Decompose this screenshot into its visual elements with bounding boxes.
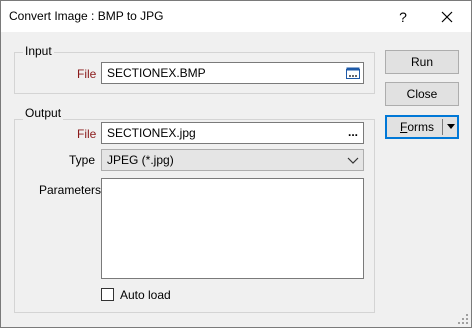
output-group-label: Output	[23, 106, 64, 120]
input-group-label: Input	[23, 44, 54, 58]
close-window-button[interactable]	[429, 1, 465, 32]
dialog-window: Convert Image : BMP to JPG ? Input File …	[0, 0, 472, 328]
forms-dropdown-button[interactable]	[444, 116, 458, 138]
parameters-textarea[interactable]	[101, 178, 364, 279]
output-type-select[interactable]: JPEG (*.jpg)	[101, 149, 364, 171]
run-button[interactable]: Run	[385, 50, 459, 74]
autoload-label[interactable]: Auto load	[120, 288, 171, 302]
resize-grip-icon[interactable]	[457, 313, 469, 325]
input-file-browse-icon[interactable]	[344, 65, 362, 81]
output-type-label: Type	[69, 153, 96, 167]
forms-label-rest: orms	[407, 120, 434, 134]
output-file-label: File	[77, 127, 97, 141]
autoload-checkbox[interactable]	[101, 288, 114, 301]
forms-main-button[interactable]: Forms	[386, 116, 442, 138]
input-file-field[interactable]	[101, 62, 364, 84]
output-type-value: JPEG (*.jpg)	[107, 153, 174, 167]
chevron-down-icon	[347, 157, 359, 164]
dropdown-arrow-icon	[447, 124, 455, 129]
parameters-label: Parameters	[39, 183, 102, 197]
forms-separator	[442, 119, 443, 135]
forms-label-mnemonic: F	[399, 120, 408, 134]
close-button[interactable]: Close	[385, 82, 459, 106]
window-title: Convert Image : BMP to JPG	[9, 9, 164, 23]
close-icon	[441, 11, 453, 22]
output-file-browse-button[interactable]: ...	[344, 124, 362, 140]
input-file-label: File	[77, 67, 97, 81]
folder-browse-icon	[346, 67, 360, 79]
help-icon: ?	[399, 8, 407, 25]
title-bar: Convert Image : BMP to JPG ?	[1, 1, 471, 32]
output-file-field[interactable]	[101, 122, 364, 144]
forms-button[interactable]: Forms	[385, 115, 459, 139]
help-button[interactable]: ?	[385, 1, 421, 32]
